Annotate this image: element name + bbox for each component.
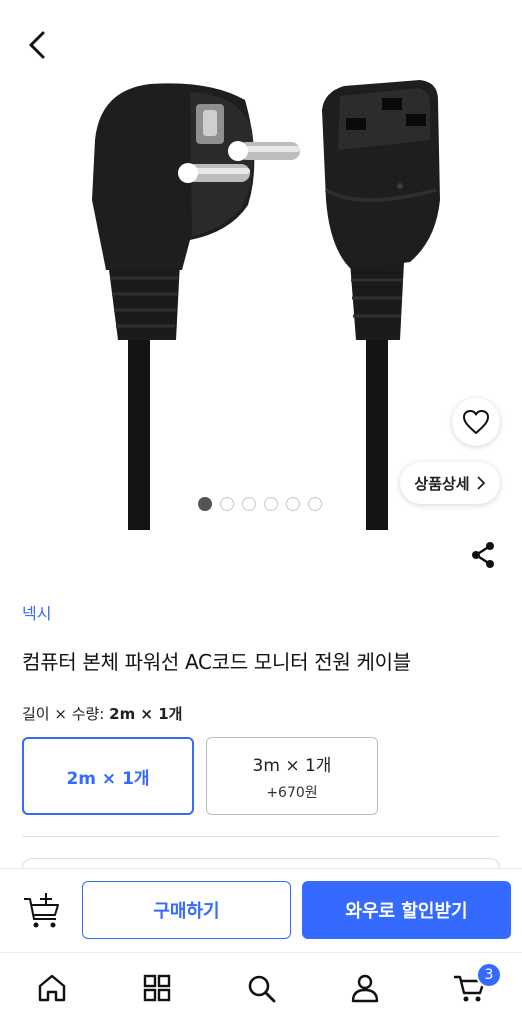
home-icon	[38, 974, 66, 1002]
pagination-dot[interactable]	[220, 497, 234, 511]
gallery-pagination	[198, 497, 322, 511]
categories-icon	[143, 974, 171, 1002]
product-title: 컴퓨터 본체 파워선 AC코드 모니터 전원 케이블	[22, 650, 411, 674]
bottom-tab-bar	[0, 952, 522, 1024]
option-label-text: 2m × 1개	[66, 768, 150, 789]
tab-my-page[interactable]	[348, 971, 382, 1005]
cart-add-icon	[24, 893, 59, 928]
wishlist-button[interactable]	[452, 398, 500, 446]
product-photo	[92, 80, 440, 530]
pagination-dot[interactable]	[308, 497, 322, 511]
back-button[interactable]	[22, 28, 52, 62]
option-selected-value: 2m × 1개	[109, 705, 183, 723]
product-detail-button[interactable]: 상품상세	[400, 462, 500, 504]
heart-outline-icon	[463, 410, 489, 434]
option-3m-button[interactable]: 3m × 1개 +670원	[206, 737, 378, 815]
add-to-cart-button[interactable]	[22, 891, 62, 931]
product-image-gallery[interactable]: 상품상세	[0, 0, 522, 530]
divider	[22, 836, 500, 837]
pagination-dot[interactable]	[242, 497, 256, 511]
wow-discount-button[interactable]: 와우로 할인받기	[302, 881, 511, 939]
pagination-dot[interactable]	[286, 497, 300, 511]
chevron-right-icon	[476, 476, 485, 490]
pagination-dot[interactable]	[264, 497, 278, 511]
share-button[interactable]	[468, 540, 498, 570]
option-2m-button[interactable]: 2m × 1개	[22, 737, 194, 815]
buy-now-button[interactable]: 구매하기	[82, 881, 291, 939]
my-page-icon	[351, 974, 379, 1003]
option-label: 길이 × 수량: 2m × 1개	[22, 703, 182, 724]
search-icon	[248, 975, 276, 1003]
tab-search[interactable]	[244, 971, 278, 1005]
chevron-left-icon	[29, 31, 45, 59]
brand-link[interactable]: 넥시	[22, 600, 51, 624]
purchase-action-bar: 구매하기 와우로 할인받기	[0, 868, 522, 952]
option-extra-price: +670원	[266, 784, 318, 801]
option-label-text: 3m × 1개	[252, 755, 332, 776]
share-icon	[472, 542, 494, 568]
tab-categories[interactable]	[140, 971, 174, 1005]
cart-count-badge: 3	[476, 962, 502, 988]
product-detail-label: 상품상세	[414, 474, 470, 493]
pagination-dot-active[interactable]	[198, 497, 212, 511]
tab-home[interactable]	[35, 971, 69, 1005]
option-label-prefix: 길이 × 수량:	[22, 705, 105, 723]
